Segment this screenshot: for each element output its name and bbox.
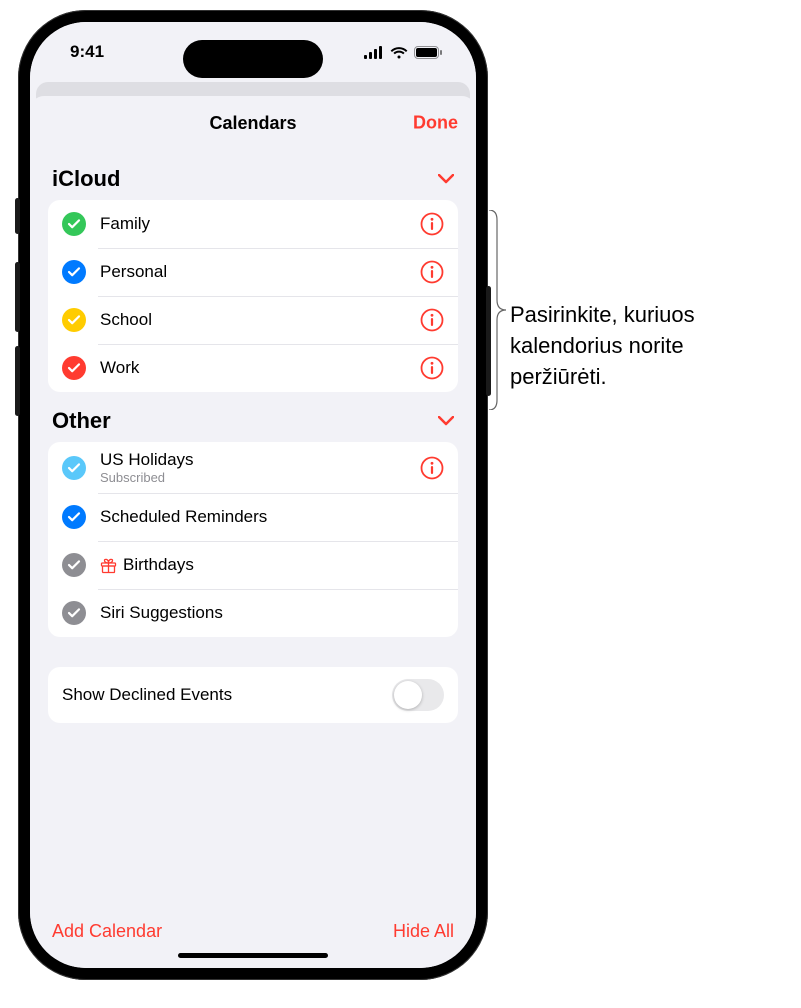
chevron-down-icon (438, 174, 454, 184)
status-icons (364, 46, 442, 59)
checkmark-icon (62, 456, 86, 480)
battery-icon (414, 46, 442, 59)
info-icon[interactable] (420, 308, 444, 332)
calendar-label: Siri Suggestions (100, 603, 444, 623)
calendar-label: Personal (100, 262, 420, 282)
section-title: iCloud (52, 166, 120, 192)
section-title: Other (52, 408, 111, 434)
info-icon[interactable] (420, 356, 444, 380)
calendar-label: Family (100, 214, 420, 234)
checkmark-icon (62, 505, 86, 529)
chevron-down-icon (438, 416, 454, 426)
calendar-row-us-holidays[interactable]: US Holidays Subscribed (48, 442, 458, 493)
info-icon[interactable] (420, 260, 444, 284)
status-time: 9:41 (70, 42, 104, 62)
icloud-calendars-card: Family Personal School (48, 200, 458, 392)
calendar-row-school[interactable]: School (48, 296, 458, 344)
callout-text: Pasirinkite, kuriuos kalendorius norite … (510, 300, 785, 392)
calendar-row-family[interactable]: Family (48, 200, 458, 248)
add-calendar-button[interactable]: Add Calendar (52, 921, 162, 942)
calendar-row-work[interactable]: Work (48, 344, 458, 392)
show-declined-events-toggle[interactable] (392, 679, 444, 711)
checkmark-icon (62, 356, 86, 380)
checkmark-icon (62, 260, 86, 284)
calendar-label: Birthdays (123, 555, 194, 575)
checkmark-icon (62, 212, 86, 236)
section-header-icloud[interactable]: iCloud (48, 150, 458, 200)
show-declined-events-row: Show Declined Events (48, 667, 458, 723)
home-indicator[interactable] (178, 953, 328, 958)
calendar-row-birthdays[interactable]: Birthdays (48, 541, 458, 589)
other-calendars-card: US Holidays Subscribed Scheduled Reminde… (48, 442, 458, 637)
calendar-sublabel: Subscribed (100, 470, 420, 485)
hide-all-button[interactable]: Hide All (393, 921, 454, 942)
sheet-content: iCloud Family Perso (30, 150, 476, 921)
screen: 9:41 Calendars Done iCloud (30, 22, 476, 968)
calendars-sheet: Calendars Done iCloud Family (30, 96, 476, 968)
cellular-icon (364, 46, 384, 59)
volume-up-button (15, 262, 20, 332)
calendar-row-personal[interactable]: Personal (48, 248, 458, 296)
calendar-row-scheduled-reminders[interactable]: Scheduled Reminders (48, 493, 458, 541)
calendar-label: Work (100, 358, 420, 378)
checkmark-icon (62, 308, 86, 332)
done-button[interactable]: Done (413, 113, 458, 134)
sheet-header: Calendars Done (30, 96, 476, 150)
sheet-footer: Add Calendar Hide All (30, 921, 476, 968)
wifi-icon (390, 46, 408, 59)
section-header-other[interactable]: Other (48, 392, 458, 442)
checkmark-icon (62, 601, 86, 625)
gift-icon (100, 557, 117, 574)
info-icon[interactable] (420, 456, 444, 480)
calendar-label: School (100, 310, 420, 330)
sheet-title: Calendars (209, 113, 296, 134)
side-button (15, 198, 20, 234)
dynamic-island (183, 40, 323, 78)
calendar-label: US Holidays (100, 450, 420, 470)
info-icon[interactable] (420, 212, 444, 236)
iphone-frame: 9:41 Calendars Done iCloud (18, 10, 488, 980)
checkmark-icon (62, 553, 86, 577)
toggle-label: Show Declined Events (62, 685, 232, 705)
toggle-knob (394, 681, 422, 709)
calendar-label: Scheduled Reminders (100, 507, 444, 527)
calendar-row-siri-suggestions[interactable]: Siri Suggestions (48, 589, 458, 637)
callout-bracket (488, 210, 506, 410)
volume-down-button (15, 346, 20, 416)
